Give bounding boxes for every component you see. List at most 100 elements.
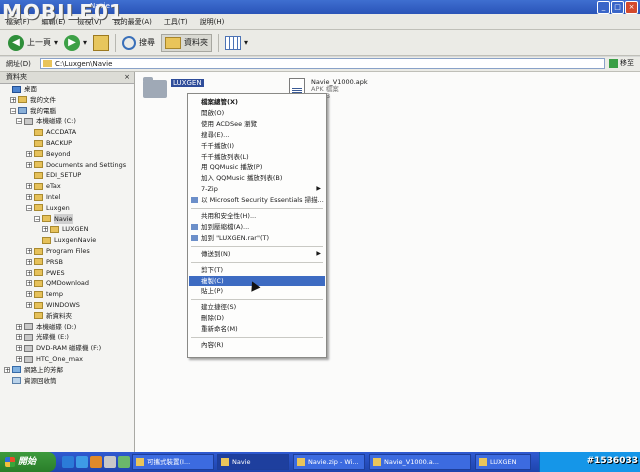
expand-icon[interactable]: + xyxy=(26,269,32,276)
expand-icon[interactable]: + xyxy=(10,96,16,103)
app-quicklaunch-icon[interactable] xyxy=(118,456,130,468)
expand-icon[interactable]: + xyxy=(26,302,32,309)
tree-item[interactable]: LuxgenNavie xyxy=(34,235,96,245)
taskbar-task-button[interactable]: LUXGEN xyxy=(475,454,531,470)
collapse-icon[interactable]: − xyxy=(34,215,40,222)
context-menu-item[interactable]: 檔案總管(X) xyxy=(189,97,325,107)
context-menu-item[interactable]: 千千播放(I) xyxy=(189,141,325,151)
context-menu-item[interactable]: 開啟(O) xyxy=(189,108,325,118)
tree-item[interactable]: 資源回收筒 xyxy=(4,376,57,386)
tree-item[interactable]: ACCDATA xyxy=(26,127,76,137)
expand-icon[interactable]: + xyxy=(4,366,10,373)
expand-icon[interactable]: + xyxy=(42,226,48,233)
tree-item[interactable]: BACKUP xyxy=(26,138,72,148)
expand-icon[interactable]: + xyxy=(26,258,32,265)
go-button[interactable]: 移至 xyxy=(609,58,634,68)
expand-icon[interactable]: + xyxy=(26,280,32,287)
tree-item[interactable]: + 光碟機 (E:) xyxy=(16,332,69,342)
folders-button[interactable]: 資料夾 xyxy=(161,33,213,52)
tree-item[interactable]: + PWES xyxy=(26,268,65,278)
tree-item[interactable]: + Intel xyxy=(26,192,60,202)
tree-item[interactable]: − Navie xyxy=(34,213,73,224)
context-menu-item[interactable]: 7-Zip ▶ xyxy=(189,184,325,194)
context-menu-item[interactable]: 刪除(D) xyxy=(189,313,325,323)
context-menu-item[interactable]: 搜尋(E)... xyxy=(189,130,325,140)
close-pane-icon[interactable]: × xyxy=(124,72,130,83)
context-menu-item[interactable]: 內容(R) xyxy=(189,340,325,350)
tree-item-label: Intel xyxy=(46,193,61,201)
ie-quicklaunch-icon[interactable] xyxy=(62,456,74,468)
folder-icon xyxy=(143,77,167,98)
context-menu-item[interactable]: 加入 QQMusic 播放列表(B) xyxy=(189,173,325,183)
tree-item[interactable]: + WINDOWS xyxy=(26,300,80,310)
expand-icon[interactable]: + xyxy=(26,183,32,190)
tree-item[interactable]: + Documents and Settings xyxy=(26,160,126,170)
views-icon xyxy=(225,35,242,50)
app-quicklaunch-icon[interactable] xyxy=(104,456,116,468)
tree-item[interactable]: + QMDownload xyxy=(26,278,89,288)
tree-item[interactable]: 新資料夾 xyxy=(26,311,72,321)
context-menu-item[interactable]: 傳送到(N) ▶ xyxy=(189,249,325,259)
taskbar-task-button[interactable]: Navie xyxy=(217,454,289,470)
expand-icon[interactable]: + xyxy=(26,150,32,157)
context-menu-item[interactable]: 重新命名(M) xyxy=(189,324,325,334)
expand-icon[interactable]: + xyxy=(26,248,32,255)
context-menu-item[interactable]: 加到壓縮檔(A)... xyxy=(189,222,325,232)
chevron-down-icon[interactable]: ▾ xyxy=(54,38,58,47)
tree-item[interactable]: + eTax xyxy=(26,181,61,191)
context-menu-item[interactable]: 共用和安全性(H)... xyxy=(189,211,325,221)
chevron-down-icon[interactable]: ▾ xyxy=(244,38,248,47)
context-menu-item[interactable]: 以 Microsoft Security Essentials 掃描... xyxy=(189,195,325,205)
start-button[interactable]: 開始 xyxy=(0,452,56,472)
tree-item[interactable]: + 本機磁碟 (D:) xyxy=(16,322,76,332)
taskbar-task-button[interactable]: 可攜式裝置(I... xyxy=(132,454,214,470)
ie-quicklaunch-icon[interactable] xyxy=(76,456,88,468)
context-menu-item[interactable]: 剪下(T) xyxy=(189,265,325,275)
tree-item[interactable]: + DVD-RAM 磁碟機 (F:) xyxy=(16,343,101,353)
tree-item[interactable]: − Luxgen xyxy=(26,203,70,213)
tree-item[interactable]: − 本機磁碟 (C:) xyxy=(16,116,76,126)
forward-arrow-icon: ▶ xyxy=(64,34,81,51)
tree-item[interactable]: + 我的文件 xyxy=(10,95,56,105)
context-menu-item[interactable]: 加到 "LUXGEN.rar"(T) xyxy=(189,233,325,243)
minimize-button[interactable]: _ xyxy=(597,1,610,14)
views-button[interactable]: ▾ xyxy=(225,35,248,50)
context-menu-item[interactable]: 用 QQMusic 播放(P) xyxy=(189,162,325,172)
tree-item[interactable]: + HTC_One_max xyxy=(16,354,83,364)
taskbar-task-button[interactable]: Navie.zip - Wi... xyxy=(293,454,365,470)
menu-item[interactable]: 說明(H) xyxy=(194,17,231,27)
maximize-button[interactable]: □ xyxy=(611,1,624,14)
forward-button[interactable]: ▶ ▾ xyxy=(64,34,87,51)
context-menu-item[interactable]: 使用 ACDSee 瀏覽 xyxy=(189,119,325,129)
collapse-icon[interactable]: − xyxy=(26,204,32,211)
context-menu-item[interactable]: 建立捷徑(S) xyxy=(189,302,325,312)
expand-icon[interactable]: + xyxy=(26,194,32,201)
up-folder-button[interactable] xyxy=(93,34,110,51)
expand-icon[interactable]: + xyxy=(26,161,32,168)
menu-item[interactable]: 工具(T) xyxy=(158,17,194,27)
media-quicklaunch-icon[interactable] xyxy=(90,456,102,468)
back-button[interactable]: ◀ 上一頁 ▾ xyxy=(8,34,58,51)
tree-item[interactable]: + Program Files xyxy=(26,246,90,256)
chevron-down-icon[interactable]: ▾ xyxy=(83,38,87,47)
tree-item[interactable]: + PRSB xyxy=(26,257,63,267)
expand-icon[interactable]: + xyxy=(16,356,22,363)
tree-item[interactable]: − 我的電腦 xyxy=(10,106,56,116)
expand-icon[interactable]: + xyxy=(16,323,22,330)
expand-icon[interactable]: + xyxy=(16,334,22,341)
search-button[interactable]: 搜尋 xyxy=(122,35,155,50)
tree-item[interactable]: + temp xyxy=(26,289,63,299)
tree-item[interactable]: + LUXGEN xyxy=(42,224,89,234)
tree-item[interactable]: + Beyond xyxy=(26,149,71,159)
expand-icon[interactable]: + xyxy=(26,291,32,298)
tree-item[interactable]: EDI_SETUP xyxy=(26,170,81,180)
address-input[interactable]: C:\Luxgen\Navie xyxy=(40,58,605,69)
collapse-icon[interactable]: − xyxy=(16,118,22,125)
expand-icon[interactable]: + xyxy=(16,345,22,352)
tree-item[interactable]: + 網路上的芳鄰 xyxy=(4,365,63,375)
collapse-icon[interactable]: − xyxy=(10,107,16,114)
close-button[interactable]: × xyxy=(625,1,638,14)
context-menu-item[interactable]: 千千播放列表(L) xyxy=(189,152,325,162)
taskbar-task-button[interactable]: Navie_V1000.a... xyxy=(369,454,471,470)
tree-item[interactable]: 桌面 xyxy=(4,84,37,94)
